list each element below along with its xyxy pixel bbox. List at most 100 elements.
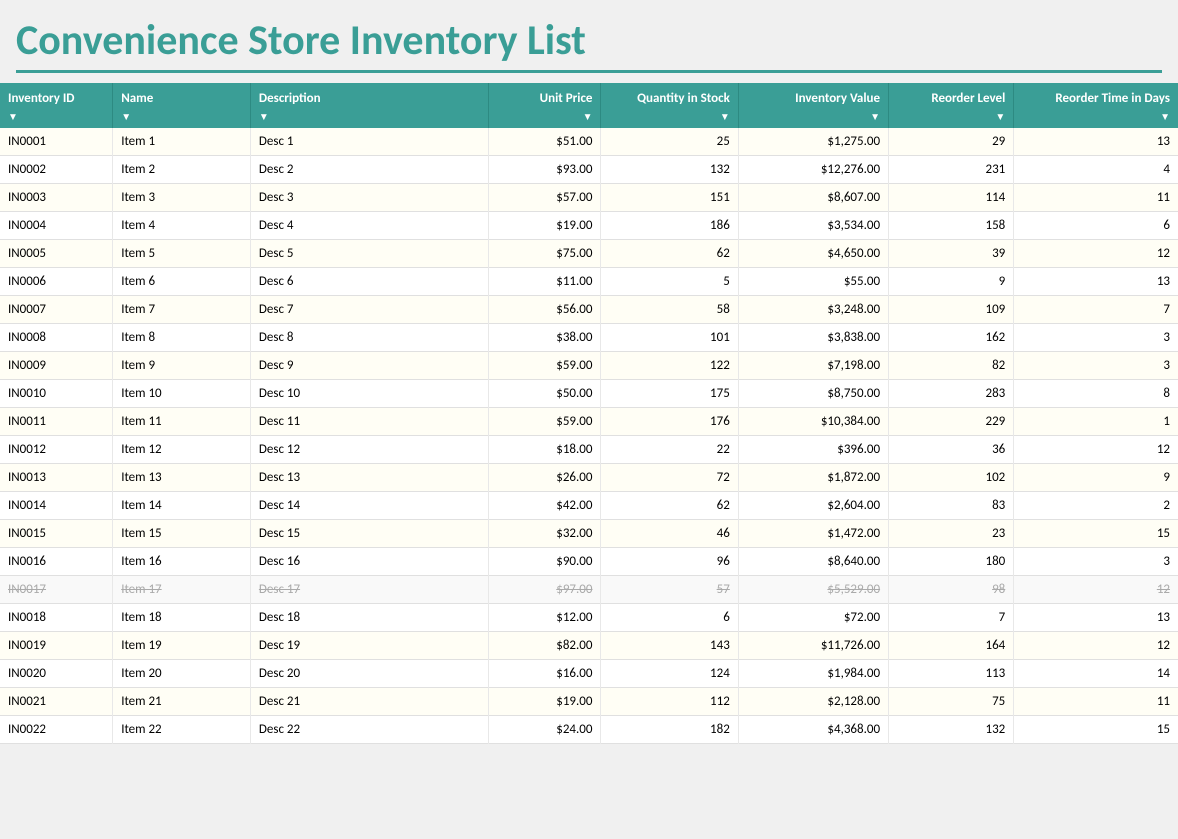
cell-time: 1 <box>1014 408 1178 436</box>
cell-qty: 124 <box>601 660 738 688</box>
cell-inv: $1,275.00 <box>738 128 888 156</box>
cell-reorder: 82 <box>889 352 1014 380</box>
dropdown-arrow-desc[interactable]: ▼ <box>259 110 269 123</box>
cell-price: $57.00 <box>488 184 601 212</box>
col-header-name[interactable]: Name▼ <box>113 83 251 128</box>
cell-inv: $4,650.00 <box>738 240 888 268</box>
cell-price: $50.00 <box>488 380 601 408</box>
cell-inv: $12,276.00 <box>738 156 888 184</box>
table-row: IN0021Item 21Desc 21$19.00112$2,128.0075… <box>0 688 1178 716</box>
cell-price: $93.00 <box>488 156 601 184</box>
table-row: IN0016Item 16Desc 16$90.0096$8,640.00180… <box>0 548 1178 576</box>
cell-time: 4 <box>1014 156 1178 184</box>
col-header-qty[interactable]: Quantity in Stock▼ <box>601 83 738 128</box>
col-header-id[interactable]: Inventory ID▼ <box>0 83 113 128</box>
dropdown-arrow-name[interactable]: ▼ <box>121 110 131 123</box>
cell-time: 12 <box>1014 240 1178 268</box>
cell-inv: $10,384.00 <box>738 408 888 436</box>
cell-name: Item 6 <box>113 268 251 296</box>
cell-price: $32.00 <box>488 520 601 548</box>
cell-reorder: 23 <box>889 520 1014 548</box>
cell-desc: Desc 22 <box>250 716 488 744</box>
cell-inv: $11,726.00 <box>738 632 888 660</box>
cell-qty: 186 <box>601 212 738 240</box>
cell-time: 13 <box>1014 128 1178 156</box>
cell-qty: 151 <box>601 184 738 212</box>
cell-reorder: 114 <box>889 184 1014 212</box>
cell-reorder: 229 <box>889 408 1014 436</box>
cell-desc: Desc 12 <box>250 436 488 464</box>
dropdown-arrow-inv[interactable]: ▼ <box>870 110 880 123</box>
inventory-table: Inventory ID▼Name▼Description▼Unit Price… <box>0 83 1178 744</box>
cell-name: Item 17 <box>113 576 251 604</box>
table-row: IN0019Item 19Desc 19$82.00143$11,726.001… <box>0 632 1178 660</box>
cell-id: IN0001 <box>0 128 113 156</box>
col-header-time[interactable]: Reorder Time in Days▼ <box>1014 83 1178 128</box>
page: Convenience Store Inventory List Invento… <box>0 0 1178 839</box>
cell-qty: 176 <box>601 408 738 436</box>
cell-desc: Desc 20 <box>250 660 488 688</box>
table-row: IN0014Item 14Desc 14$42.0062$2,604.00832 <box>0 492 1178 520</box>
cell-name: Item 7 <box>113 296 251 324</box>
table-row: IN0011Item 11Desc 11$59.00176$10,384.002… <box>0 408 1178 436</box>
table-row: IN0006Item 6Desc 6$11.005$55.00913 <box>0 268 1178 296</box>
cell-reorder: 7 <box>889 604 1014 632</box>
table-row: IN0001Item 1Desc 1$51.0025$1,275.002913 <box>0 128 1178 156</box>
cell-id: IN0017 <box>0 576 113 604</box>
table-row: IN0015Item 15Desc 15$32.0046$1,472.00231… <box>0 520 1178 548</box>
cell-reorder: 132 <box>889 716 1014 744</box>
cell-price: $59.00 <box>488 408 601 436</box>
cell-qty: 72 <box>601 464 738 492</box>
table-header-row: Inventory ID▼Name▼Description▼Unit Price… <box>0 83 1178 128</box>
cell-price: $38.00 <box>488 324 601 352</box>
cell-name: Item 20 <box>113 660 251 688</box>
cell-name: Item 9 <box>113 352 251 380</box>
dropdown-arrow-id[interactable]: ▼ <box>8 110 18 123</box>
cell-desc: Desc 21 <box>250 688 488 716</box>
table-row: IN0007Item 7Desc 7$56.0058$3,248.001097 <box>0 296 1178 324</box>
cell-id: IN0015 <box>0 520 113 548</box>
cell-desc: Desc 6 <box>250 268 488 296</box>
cell-time: 3 <box>1014 324 1178 352</box>
cell-inv: $2,604.00 <box>738 492 888 520</box>
cell-inv: $8,750.00 <box>738 380 888 408</box>
cell-reorder: 162 <box>889 324 1014 352</box>
cell-reorder: 29 <box>889 128 1014 156</box>
cell-desc: Desc 2 <box>250 156 488 184</box>
cell-qty: 112 <box>601 688 738 716</box>
col-header-desc[interactable]: Description▼ <box>250 83 488 128</box>
cell-desc: Desc 3 <box>250 184 488 212</box>
cell-time: 14 <box>1014 660 1178 688</box>
dropdown-arrow-price[interactable]: ▼ <box>583 110 593 123</box>
cell-id: IN0008 <box>0 324 113 352</box>
cell-qty: 46 <box>601 520 738 548</box>
cell-name: Item 22 <box>113 716 251 744</box>
cell-reorder: 75 <box>889 688 1014 716</box>
title-area: Convenience Store Inventory List <box>0 0 1178 83</box>
dropdown-arrow-time[interactable]: ▼ <box>1160 110 1170 123</box>
cell-name: Item 21 <box>113 688 251 716</box>
cell-reorder: 102 <box>889 464 1014 492</box>
table-row: IN0017Item 17Desc 17$97.0057$5,529.00981… <box>0 576 1178 604</box>
cell-time: 9 <box>1014 464 1178 492</box>
table-row: IN0003Item 3Desc 3$57.00151$8,607.001141… <box>0 184 1178 212</box>
col-header-price[interactable]: Unit Price▼ <box>488 83 601 128</box>
cell-time: 12 <box>1014 632 1178 660</box>
dropdown-arrow-reorder[interactable]: ▼ <box>995 110 1005 123</box>
cell-qty: 62 <box>601 240 738 268</box>
cell-desc: Desc 19 <box>250 632 488 660</box>
cell-id: IN0004 <box>0 212 113 240</box>
col-header-reorder[interactable]: Reorder Level▼ <box>889 83 1014 128</box>
cell-time: 12 <box>1014 436 1178 464</box>
table-row: IN0005Item 5Desc 5$75.0062$4,650.003912 <box>0 240 1178 268</box>
cell-id: IN0005 <box>0 240 113 268</box>
cell-id: IN0014 <box>0 492 113 520</box>
cell-price: $97.00 <box>488 576 601 604</box>
col-header-inv[interactable]: Inventory Value▼ <box>738 83 888 128</box>
cell-reorder: 98 <box>889 576 1014 604</box>
table-row: IN0022Item 22Desc 22$24.00182$4,368.0013… <box>0 716 1178 744</box>
cell-name: Item 11 <box>113 408 251 436</box>
cell-time: 11 <box>1014 184 1178 212</box>
cell-name: Item 18 <box>113 604 251 632</box>
dropdown-arrow-qty[interactable]: ▼ <box>720 110 730 123</box>
